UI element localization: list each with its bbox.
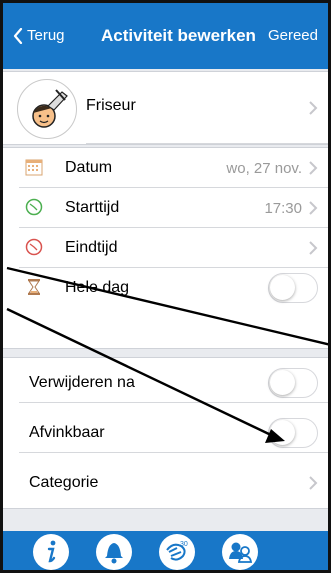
chevron-right-icon	[309, 241, 318, 255]
options-section: Verwijderen na Afvinkbaar Categorie	[3, 357, 328, 509]
calendar-icon	[25, 159, 43, 176]
end-time-label: Eindtijd	[65, 239, 118, 256]
activity-section: Friseur	[3, 71, 328, 145]
divider	[19, 402, 328, 403]
datetime-section: Datum wo, 27 nov. Starttijd 17:30 Eindti…	[3, 147, 328, 349]
back-button[interactable]: Terug	[13, 27, 65, 44]
chevron-right-icon	[309, 161, 318, 175]
date-row[interactable]: Datum wo, 27 nov.	[3, 148, 328, 188]
chevron-right-icon	[309, 101, 318, 115]
start-time-value: 17:30	[264, 200, 302, 217]
clock-icon	[25, 198, 43, 216]
people-icon[interactable]	[222, 534, 258, 570]
start-time-label: Starttijd	[65, 199, 120, 216]
divider	[86, 143, 328, 144]
bell-icon[interactable]	[96, 534, 132, 570]
activity-name-field[interactable]: Friseur	[86, 97, 136, 115]
checkable-row: Afvinkbaar	[3, 413, 328, 453]
page-title: Activiteit bewerken	[101, 26, 256, 45]
category-label: Categorie	[29, 474, 99, 491]
date-label: Datum	[65, 159, 113, 176]
timer-badge: 30	[180, 541, 188, 548]
date-value: wo, 27 nov.	[226, 160, 302, 177]
done-button[interactable]: Gereed	[268, 27, 318, 44]
navigation-bar: Terug Activiteit bewerken Gereed	[3, 3, 328, 69]
end-time-row[interactable]: Eindtijd	[3, 228, 328, 268]
delete-after-row: Verwijderen na	[3, 363, 328, 403]
start-time-row[interactable]: Starttijd 17:30	[3, 188, 328, 228]
divider	[19, 452, 328, 453]
chevron-right-icon	[309, 201, 318, 215]
hourglass-icon	[28, 279, 40, 295]
hairdresser-icon[interactable]	[17, 79, 77, 139]
screen: Terug Activiteit bewerken Gereed Friseur	[0, 0, 331, 573]
all-day-toggle[interactable]	[268, 273, 318, 303]
checkable-toggle[interactable]	[268, 418, 318, 448]
chevron-left-icon	[13, 27, 23, 44]
bottom-toolbar: 30	[3, 531, 328, 570]
all-day-label: Hele dag	[65, 279, 130, 296]
info-icon[interactable]	[33, 534, 69, 570]
clock-icon	[25, 238, 43, 256]
chevron-right-icon	[309, 476, 318, 490]
checkable-label: Afvinkbaar	[29, 424, 105, 441]
all-day-row: Hele dag	[3, 268, 328, 308]
back-label: Terug	[27, 27, 65, 44]
delete-after-toggle[interactable]	[268, 368, 318, 398]
category-row[interactable]: Categorie	[3, 463, 328, 503]
timer-icon[interactable]: 30	[159, 534, 195, 570]
delete-after-label: Verwijderen na	[29, 374, 135, 391]
